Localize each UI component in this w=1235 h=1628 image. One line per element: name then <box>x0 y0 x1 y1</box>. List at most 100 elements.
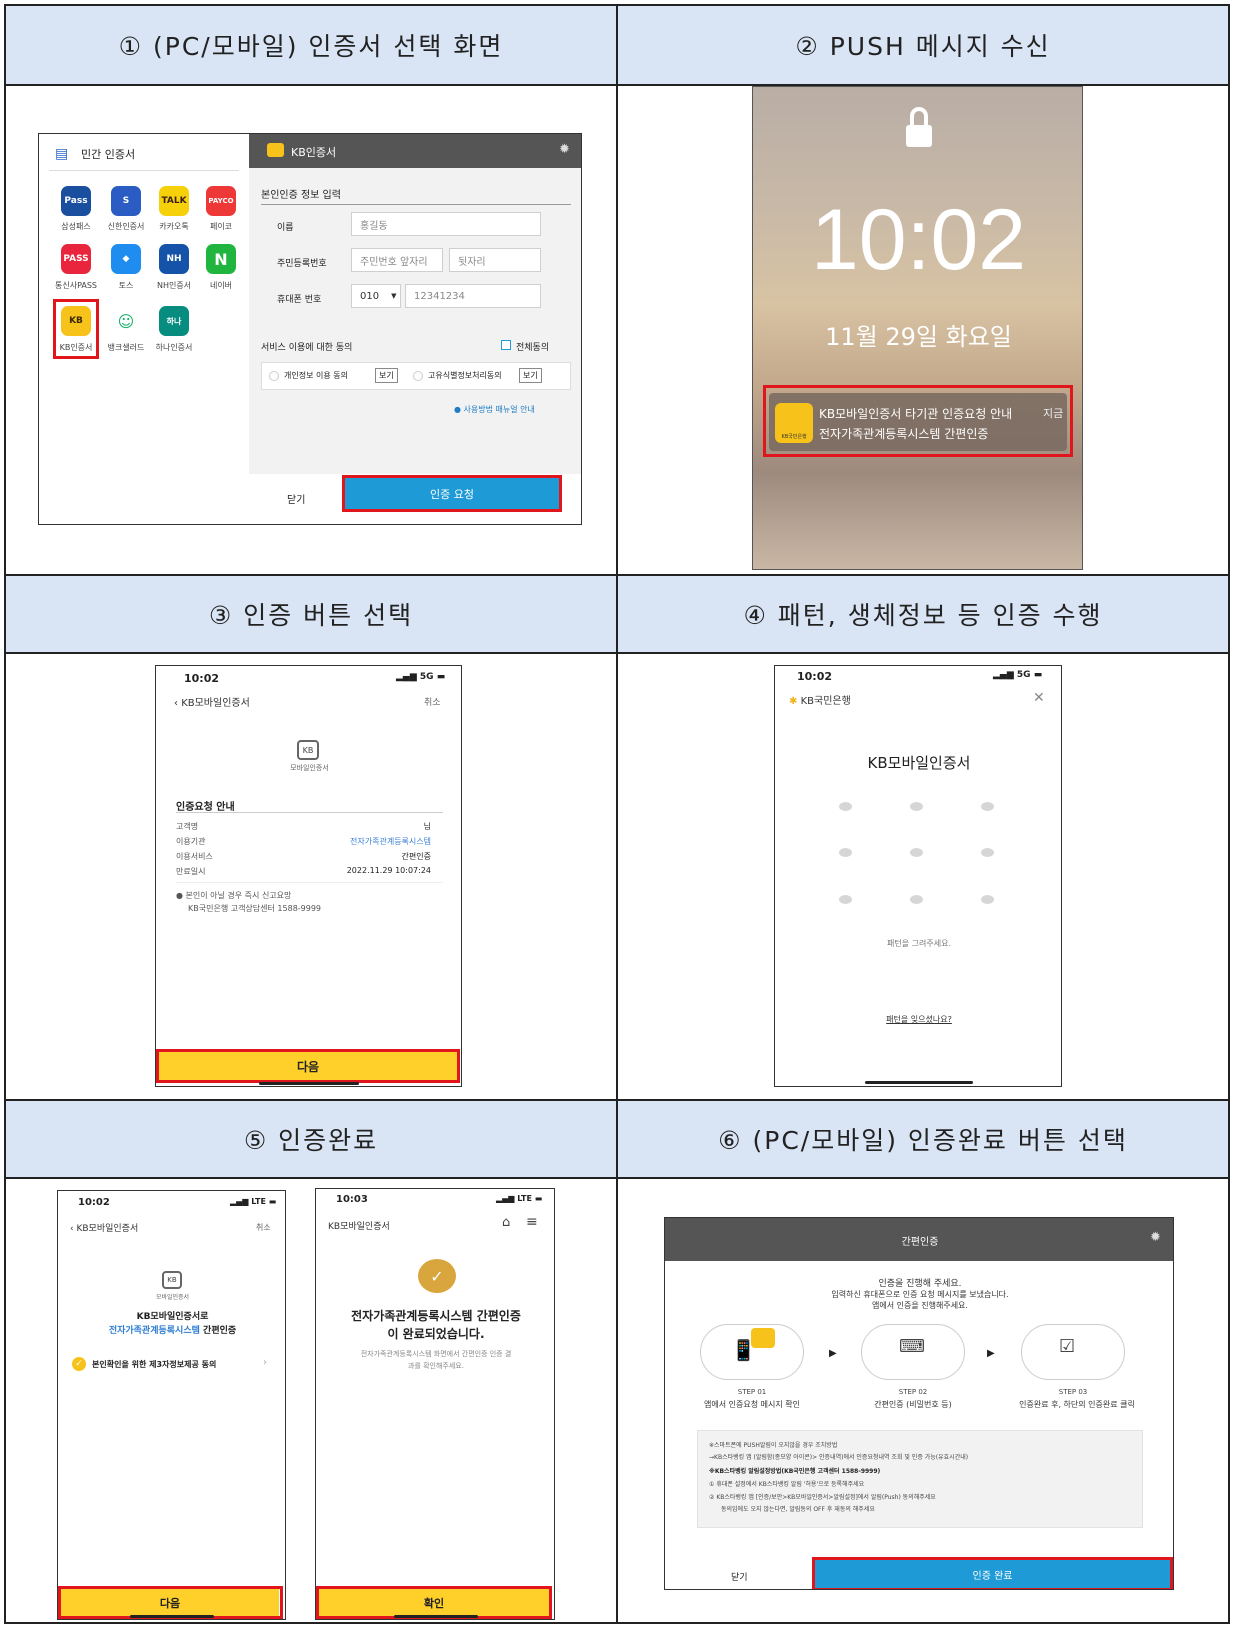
notice-line: ※스마트폰에 PUSH알림이 오지않을 경우 조치방법 <box>709 1442 838 1449</box>
arrow-right-icon: ▶ <box>987 1348 995 1359</box>
pattern-dot[interactable] <box>839 895 852 904</box>
row-value: 2022.11.29 10:07:24 <box>346 866 431 875</box>
back-button[interactable]: ‹ KB모바일인증서 <box>174 694 250 709</box>
status-signal: ▂▄▆ LTE ▬ <box>230 1197 276 1206</box>
close-button[interactable]: 닫기 <box>287 491 305 506</box>
intro-line3: 앱에서 인증을 진행해주세요. <box>872 1301 968 1310</box>
naver-icon[interactable]: N <box>206 244 236 274</box>
agree2-radio[interactable] <box>413 371 423 381</box>
signal-label: LTE <box>251 1197 266 1206</box>
banksalad-icon[interactable]: ☺ <box>111 306 141 336</box>
status-signal: ▂▄▆ 5G ▬ <box>396 672 445 682</box>
divider <box>261 204 571 205</box>
row-value: 간편인증 <box>401 852 431 861</box>
phone-check-icon: ☑ <box>1059 1336 1076 1357</box>
kb-cert-header-title: KB인증서 <box>291 146 337 159</box>
manual-link[interactable]: ● 사용방법 매뉴얼 안내 <box>454 404 535 415</box>
number-1-icon: ① <box>709 1481 715 1488</box>
highlight-complete-button <box>812 1557 1173 1589</box>
signal-icon: ▂▄▆ <box>993 670 1014 680</box>
notice-line: →KB스타뱅킹 앱 (알림함(종모양 아이콘)> 인증내역)에서 인증요청내역 … <box>709 1454 969 1461</box>
pattern-dot[interactable] <box>839 848 852 857</box>
logo-label: 모바일인증서 <box>155 1294 190 1301</box>
kakaotalk-icon[interactable]: TALK <box>159 186 189 216</box>
kb-star-icon: ✱ <box>789 696 798 707</box>
notice-line: ① 휴대폰 설정에서 KB스타뱅킹 알림 '허용'으로 등록해주세요 <box>709 1479 864 1488</box>
status-time: 10:03 <box>336 1194 368 1205</box>
signal-label: 5G <box>419 672 434 682</box>
highlight-request-button <box>342 475 562 512</box>
pattern-dot[interactable] <box>981 895 994 904</box>
rrn-back-input[interactable]: 뒷자리 <box>449 248 541 272</box>
kb-app-icon <box>751 1328 775 1348</box>
phone-number-input[interactable]: 12341234 <box>405 284 541 308</box>
app-label: 페이코 <box>209 222 233 231</box>
status-signal: ▂▄▆ LTE ▬ <box>496 1194 542 1203</box>
pattern-dot[interactable] <box>839 802 852 811</box>
shinhan-icon[interactable]: S <box>111 186 141 216</box>
back-button[interactable]: ‹ KB모바일인증서 <box>70 1221 138 1234</box>
toss-icon[interactable]: ◆ <box>111 244 141 274</box>
notice-line: ② KB스타뱅킹 앱 [인증/보안>KB모바일인증서>알림설정]에서 알림(Pu… <box>709 1492 936 1501</box>
hana-icon[interactable]: 하나 <box>159 306 189 336</box>
agree-all-checkbox[interactable] <box>501 340 511 350</box>
step3-number: STEP 03 <box>1058 1388 1088 1396</box>
lock-time: 10:02 <box>810 192 1027 288</box>
row-key: 만료일시 <box>176 867 206 876</box>
back-label: KB모바일인증서 <box>181 698 250 709</box>
agree1-radio[interactable] <box>269 371 279 381</box>
notice-text: 휴대폰 설정에서 KB스타뱅킹 알림 '허용'으로 등록해주세요 <box>716 1481 865 1488</box>
consent-line1: KB모바일인증서로 <box>136 1312 209 1322</box>
close-button[interactable]: 닫기 <box>731 1570 748 1583</box>
menu-icon[interactable]: ≡ <box>526 1214 538 1230</box>
window-title: 간편인증 <box>901 1237 939 1248</box>
complete-desc1: 전자가족관계등록시스템 화면에서 간편인증 인증 결 <box>360 1350 512 1358</box>
chevron-right-icon[interactable]: › <box>263 1357 267 1368</box>
status-time: 10:02 <box>184 672 220 685</box>
nh-icon[interactable]: NH <box>159 244 189 274</box>
pattern-dot[interactable] <box>910 802 923 811</box>
user-icon: ● <box>454 405 461 414</box>
signal-icon: ▂▄▆ <box>396 672 417 682</box>
notice-line1: ● 본인이 아닐 경우 즉시 신고요망 <box>176 890 291 901</box>
pattern-dot[interactable] <box>981 802 994 811</box>
name-input[interactable]: 홍길동 <box>351 212 541 236</box>
cancel-button[interactable]: 취소 <box>256 1222 271 1233</box>
settings-icon[interactable]: ✹ <box>1150 1230 1161 1245</box>
settings-icon[interactable]: ✹ <box>559 142 570 157</box>
consent-item[interactable]: 본인확인을 위한 제3자정보제공 동의 <box>92 1359 216 1370</box>
forgot-pattern-link[interactable]: 패턴을 잊으셨나요? <box>775 1014 1061 1025</box>
app-label: 네이버 <box>209 281 233 290</box>
divider <box>49 170 239 171</box>
payco-icon[interactable]: PAYCO <box>206 186 236 216</box>
pattern-dot[interactable] <box>910 895 923 904</box>
cancel-button[interactable]: 취소 <box>424 695 441 708</box>
phone-label: 휴대폰 번호 <box>277 295 322 305</box>
pattern-dot[interactable] <box>910 848 923 857</box>
home-icon[interactable]: ⌂ <box>502 1215 510 1230</box>
telecom-pass-icon[interactable]: PASS <box>61 244 91 274</box>
home-indicator <box>394 1615 478 1618</box>
kb-cert-logo-icon: KB <box>162 1271 182 1289</box>
intro-line2: 입력하신 휴대폰으로 인증 요청 메시지를 보냈습니다. <box>831 1290 1009 1299</box>
battery-icon: ▬ <box>1033 670 1043 680</box>
agree1-view-button[interactable]: 보기 <box>375 368 398 383</box>
agree2-view-button[interactable]: 보기 <box>519 368 542 383</box>
lock-date: 11월 29일 화요일 <box>825 323 1012 351</box>
status-signal: ▂▄▆ 5G ▬ <box>993 670 1042 680</box>
samsung-pass-icon[interactable]: Pass <box>61 186 91 216</box>
phone-prefix-select[interactable]: 010 ▼ <box>351 284 401 308</box>
rrn-front-input[interactable]: 주민번호 앞자리 <box>351 248 443 272</box>
lock-icon <box>906 107 932 147</box>
row-divider <box>6 652 1228 654</box>
private-cert-title: 민간 인증서 <box>81 148 136 161</box>
close-icon[interactable]: ✕ <box>1033 690 1045 706</box>
arrow-right-icon: ▶ <box>829 1348 837 1359</box>
complete-check-icon: ✓ <box>418 1259 456 1293</box>
step1-number: STEP 01 <box>737 1388 767 1396</box>
bank-label: KB국민은행 <box>800 696 851 707</box>
check-circle-icon[interactable]: ✓ <box>72 1357 86 1371</box>
home-indicator <box>865 1081 973 1084</box>
pattern-dot[interactable] <box>981 848 994 857</box>
phone-consent: 10:02 ▂▄▆ LTE ▬ ‹ KB모바일인증서 취소 KB 모바일인증서 … <box>57 1190 286 1620</box>
